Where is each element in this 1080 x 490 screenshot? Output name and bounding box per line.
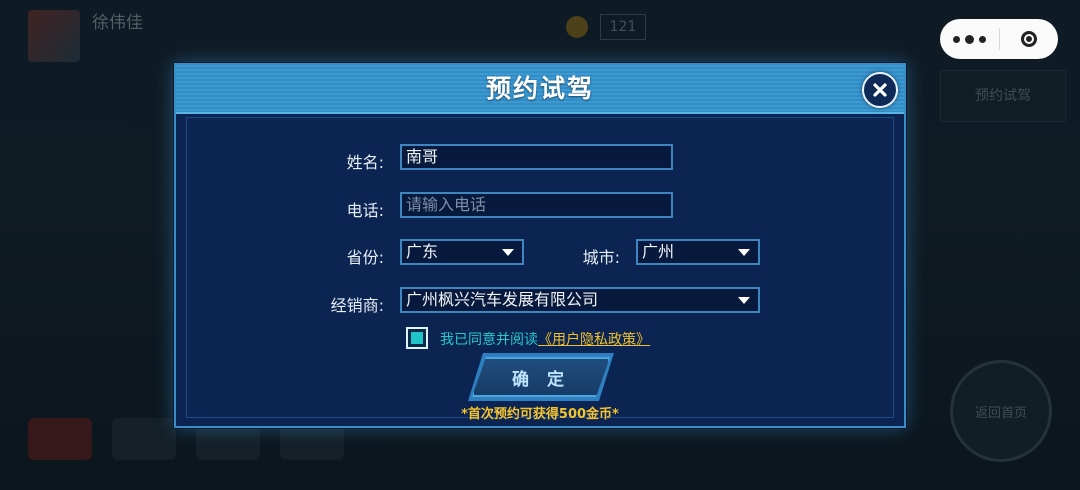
name-label: 姓名: (346, 153, 384, 172)
province-select[interactable]: 广东 (400, 239, 524, 265)
more-dots-icon[interactable] (940, 19, 999, 59)
dialog-title: 预约试驾 (485, 74, 594, 103)
check-mark-icon (411, 332, 423, 344)
bg-tab (112, 418, 176, 460)
miniprogram-capsule (940, 19, 1058, 59)
chevron-down-icon (738, 297, 750, 304)
bg-tab (28, 418, 92, 460)
bg-test-drive-button: 预约试驾 (940, 70, 1066, 122)
agreement-label: 我已同意并阅读 (440, 332, 538, 348)
agreement-text: 我已同意并阅读《用户隐私政策》 (440, 329, 650, 349)
bg-home-button: 返回首页 (950, 360, 1052, 462)
coin-icon (566, 16, 588, 38)
dealer-label: 经销商: (330, 296, 384, 315)
agreement-checkbox[interactable] (406, 327, 428, 349)
target-close-icon[interactable] (1000, 19, 1059, 59)
player-name: 徐伟佳 (92, 13, 143, 33)
dealer-value: 广州枫兴汽车发展有限公司 (406, 290, 599, 309)
close-icon[interactable] (862, 72, 898, 108)
player-avatar (28, 10, 80, 62)
phone-field[interactable]: 请输入电话 (400, 192, 673, 218)
chevron-down-icon (738, 249, 750, 256)
phone-label: 电话: (346, 201, 384, 220)
privacy-policy-link[interactable]: 《用户隐私政策》 (538, 332, 650, 348)
test-drive-dialog: 预约试驾 姓名: 南哥 电话: 请输入电话 省份: 广东 城市: 广州 经销商:… (174, 63, 906, 428)
name-field[interactable]: 南哥 (400, 144, 673, 170)
close-x-icon (873, 83, 887, 97)
city-label: 城市: (582, 248, 620, 267)
bg-home-label: 返回首页 (974, 405, 1027, 421)
city-select[interactable]: 广州 (636, 239, 760, 265)
province-label: 省份: (346, 248, 384, 267)
chevron-down-icon (502, 249, 514, 256)
coin-count: 121 (600, 14, 646, 40)
dealer-select[interactable]: 广州枫兴汽车发展有限公司 (400, 287, 760, 313)
confirm-button[interactable]: 确 定 (472, 357, 610, 397)
bonus-note: *首次预约可获得500金币* (461, 407, 619, 422)
province-value: 广东 (406, 242, 439, 261)
city-value: 广州 (642, 242, 675, 261)
